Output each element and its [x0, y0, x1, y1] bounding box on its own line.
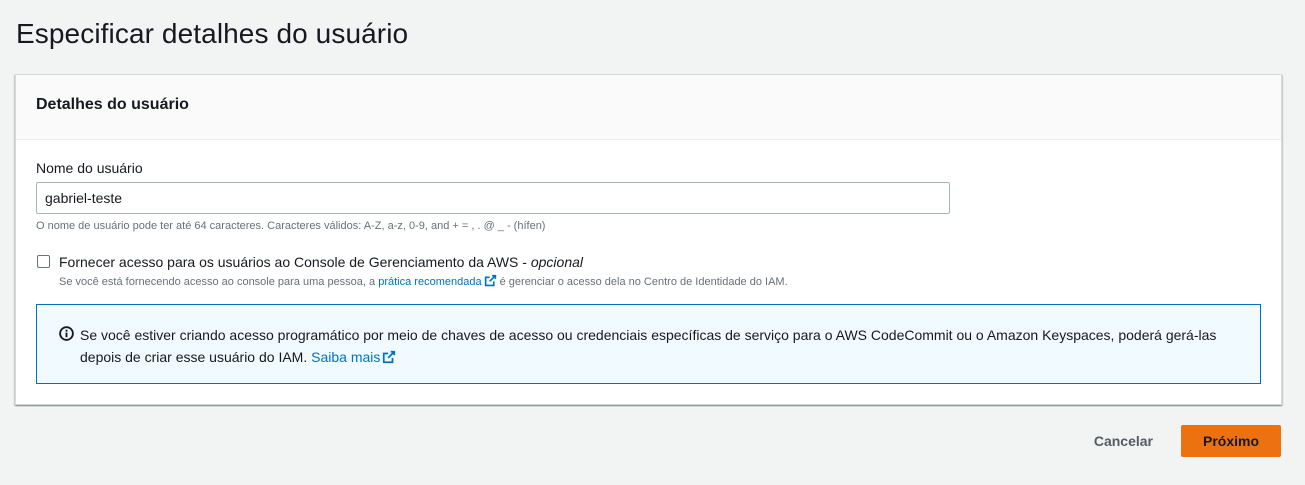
- external-link-icon: [383, 350, 396, 364]
- cancel-button[interactable]: Cancelar: [1072, 426, 1175, 456]
- console-access-description: Se você está fornecendo acesso ao consol…: [59, 274, 788, 288]
- info-icon: [59, 326, 74, 341]
- user-details-panel: Detalhes do usuário Nome do usuário O no…: [15, 74, 1282, 405]
- form-actions: Cancelar Próximo: [1072, 425, 1281, 457]
- optional-label: opcional: [530, 254, 583, 270]
- console-access-label[interactable]: Fornecer acesso para os usuários ao Cons…: [59, 254, 583, 270]
- best-practice-link[interactable]: prática recomendada: [378, 274, 496, 288]
- panel-title: Detalhes do usuário: [36, 96, 189, 113]
- learn-more-link[interactable]: Saiba mais: [311, 349, 396, 365]
- page-title: Especificar detalhes do usuário: [16, 18, 409, 49]
- console-access-checkbox[interactable]: [37, 255, 50, 268]
- external-link-icon: [484, 274, 496, 287]
- info-alert: Se você estiver criando acesso programát…: [36, 304, 1261, 384]
- info-text: Se você estiver criando acesso programát…: [80, 327, 1217, 365]
- username-input[interactable]: [36, 182, 950, 214]
- next-button[interactable]: Próximo: [1181, 425, 1281, 457]
- username-label: Nome do usuário: [36, 160, 143, 176]
- username-constraint-text: O nome de usuário pode ter até 64 caract…: [36, 220, 546, 232]
- panel-header: Detalhes do usuário: [16, 75, 1281, 140]
